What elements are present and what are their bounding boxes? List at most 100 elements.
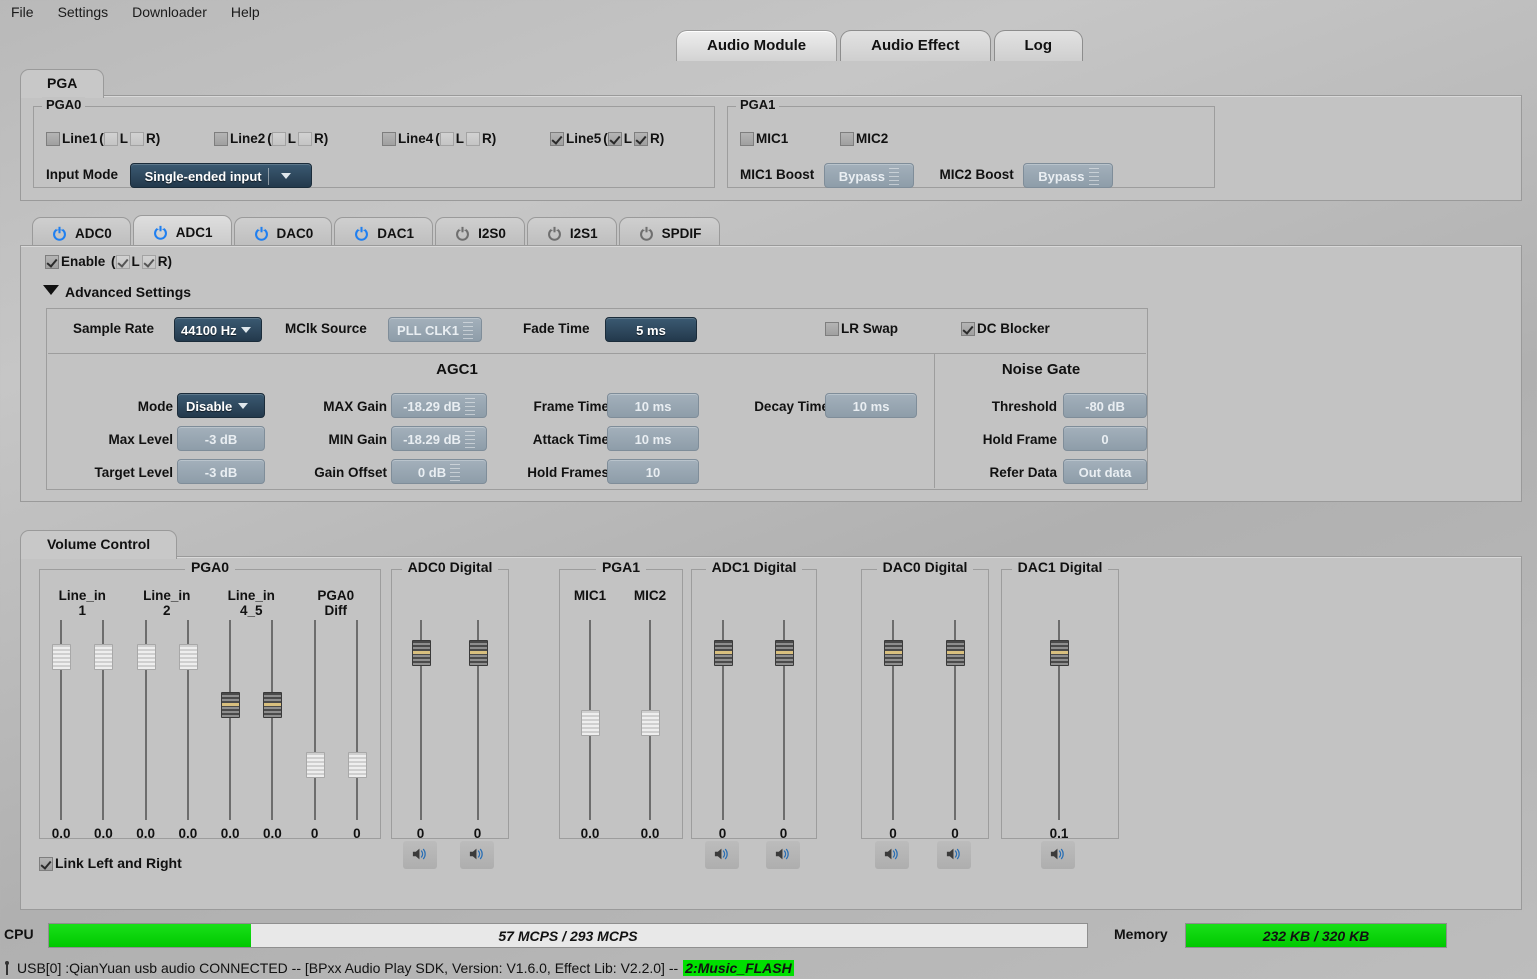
volume-slider[interactable] bbox=[90, 620, 116, 820]
agc-hold-frames-field[interactable]: 10 bbox=[607, 459, 699, 484]
agc-target-level-field[interactable]: -3 dB bbox=[177, 459, 265, 484]
fade-time-field[interactable]: 5 ms bbox=[605, 317, 697, 342]
volume-slider-thumb[interactable] bbox=[94, 644, 114, 670]
volume-slider-thumb[interactable] bbox=[178, 644, 198, 670]
agc-gain-offset-field[interactable]: 0 dB bbox=[391, 459, 487, 484]
volume-slider[interactable] bbox=[710, 620, 736, 820]
mute-button[interactable] bbox=[402, 841, 437, 869]
mute-button[interactable] bbox=[875, 841, 909, 869]
power-icon-on[interactable] bbox=[253, 225, 270, 242]
agc-mode-select[interactable]: Disable bbox=[177, 393, 265, 418]
agc-attack-time-field[interactable]: 10 ms bbox=[607, 426, 699, 451]
ng-threshold-field[interactable]: -80 dB bbox=[1063, 393, 1147, 418]
mute-button[interactable] bbox=[459, 841, 494, 869]
line1-checkbox[interactable] bbox=[46, 132, 60, 146]
lr-swap-checkbox[interactable] bbox=[825, 322, 839, 336]
power-icon-on[interactable] bbox=[51, 225, 68, 242]
volume-slider[interactable] bbox=[408, 620, 434, 820]
tab-adc1[interactable]: ADC1 bbox=[132, 215, 232, 248]
mute-button[interactable] bbox=[937, 841, 971, 869]
volume-control-tab[interactable]: Volume Control bbox=[20, 530, 178, 559]
link-left-right-checkbox[interactable] bbox=[39, 857, 53, 871]
line1-right-checkbox[interactable] bbox=[130, 132, 145, 146]
power-icon-off[interactable] bbox=[638, 225, 655, 242]
volume-slider-thumb[interactable] bbox=[221, 692, 241, 718]
line2-left-checkbox[interactable] bbox=[271, 132, 286, 146]
mic2-checkbox[interactable] bbox=[840, 132, 854, 146]
tab-dac1[interactable]: DAC1 bbox=[334, 217, 434, 248]
volume-slider-thumb[interactable] bbox=[581, 710, 600, 736]
tab-adc0[interactable]: ADC0 bbox=[32, 217, 131, 248]
line4-left-checkbox[interactable] bbox=[439, 132, 454, 146]
volume-slider-thumb[interactable] bbox=[52, 644, 72, 670]
line5-left-checkbox[interactable] bbox=[607, 132, 622, 146]
power-icon-off[interactable] bbox=[454, 225, 471, 242]
volume-slider-thumb[interactable] bbox=[305, 752, 325, 778]
dc-blocker-checkbox[interactable] bbox=[961, 322, 975, 336]
power-icon-on[interactable] bbox=[353, 225, 370, 242]
volume-slider-track[interactable] bbox=[313, 620, 316, 820]
volume-slider[interactable] bbox=[217, 620, 243, 820]
tab-dac0[interactable]: DAC0 bbox=[233, 217, 333, 248]
line2-checkbox[interactable] bbox=[214, 132, 228, 146]
mute-button[interactable] bbox=[765, 841, 800, 869]
volume-slider-thumb[interactable] bbox=[641, 710, 660, 736]
mute-button[interactable] bbox=[704, 841, 739, 869]
agc-max-level-field[interactable]: -3 dB bbox=[177, 426, 265, 451]
volume-slider-thumb[interactable] bbox=[468, 640, 488, 666]
volume-slider[interactable] bbox=[880, 620, 906, 820]
line4-right-checkbox[interactable] bbox=[466, 132, 481, 146]
tab-log[interactable]: Log bbox=[993, 30, 1083, 61]
ng-hold-frame-field[interactable]: 0 bbox=[1063, 426, 1147, 451]
volume-slider[interactable] bbox=[465, 620, 491, 820]
volume-slider-thumb[interactable] bbox=[946, 640, 965, 666]
agc-max-gain-field[interactable]: -18.29 dB bbox=[391, 393, 487, 418]
mute-button[interactable] bbox=[1041, 841, 1075, 869]
volume-slider-thumb[interactable] bbox=[136, 644, 156, 670]
volume-slider[interactable] bbox=[175, 620, 201, 820]
power-icon-on[interactable] bbox=[152, 224, 169, 241]
volume-slider[interactable] bbox=[577, 620, 603, 820]
volume-slider-thumb[interactable] bbox=[263, 692, 283, 718]
volume-slider[interactable] bbox=[771, 620, 797, 820]
line5-checkbox[interactable] bbox=[550, 132, 564, 146]
input-mode-select[interactable]: Single-ended input bbox=[129, 163, 312, 188]
tab-i2s1[interactable]: I2S1 bbox=[526, 217, 617, 248]
menu-item-settings[interactable]: Settings bbox=[55, 2, 112, 22]
pga-panel-tab[interactable]: PGA bbox=[20, 69, 105, 98]
volume-slider[interactable] bbox=[942, 620, 968, 820]
volume-slider[interactable] bbox=[1046, 620, 1072, 820]
adc1-left-checkbox[interactable] bbox=[115, 255, 130, 269]
volume-slider-thumb[interactable] bbox=[774, 640, 794, 666]
volume-slider[interactable] bbox=[48, 620, 74, 820]
volume-slider-thumb[interactable] bbox=[347, 752, 367, 778]
menu-item-file[interactable]: File bbox=[8, 2, 37, 22]
tab-audio-effect[interactable]: Audio Effect bbox=[840, 30, 991, 61]
advanced-settings-toggle[interactable]: Advanced Settings bbox=[43, 284, 191, 300]
agc-decay-time-field[interactable]: 10 ms bbox=[825, 393, 917, 418]
volume-slider-track[interactable] bbox=[355, 620, 358, 820]
agc-frame-time-field[interactable]: 10 ms bbox=[607, 393, 699, 418]
volume-slider-thumb[interactable] bbox=[1050, 640, 1069, 666]
volume-slider[interactable] bbox=[637, 620, 663, 820]
mclk-source-field[interactable]: PLL CLK1 bbox=[388, 317, 482, 342]
tab-audio-module[interactable]: Audio Module bbox=[676, 30, 838, 61]
mic1-boost-field[interactable]: Bypass bbox=[823, 163, 914, 188]
volume-slider-thumb[interactable] bbox=[884, 640, 903, 666]
volume-slider-thumb[interactable] bbox=[411, 640, 431, 666]
line5-right-checkbox[interactable] bbox=[634, 132, 649, 146]
tab-i2s0[interactable]: I2S0 bbox=[435, 217, 525, 248]
volume-slider[interactable] bbox=[344, 620, 370, 820]
line1-left-checkbox[interactable] bbox=[103, 132, 118, 146]
tab-spdif[interactable]: SPDIF bbox=[618, 217, 721, 248]
line4-checkbox[interactable] bbox=[382, 132, 396, 146]
sample-rate-select[interactable]: 44100 Hz bbox=[174, 317, 262, 342]
mic1-checkbox[interactable] bbox=[740, 132, 754, 146]
menu-item-downloader[interactable]: Downloader bbox=[129, 2, 210, 22]
adc1-enable-checkbox[interactable] bbox=[45, 255, 59, 269]
line2-right-checkbox[interactable] bbox=[298, 132, 313, 146]
volume-slider[interactable] bbox=[302, 620, 328, 820]
adc1-right-checkbox[interactable] bbox=[141, 255, 156, 269]
power-icon-off[interactable] bbox=[546, 225, 563, 242]
volume-slider-track[interactable] bbox=[271, 620, 274, 820]
